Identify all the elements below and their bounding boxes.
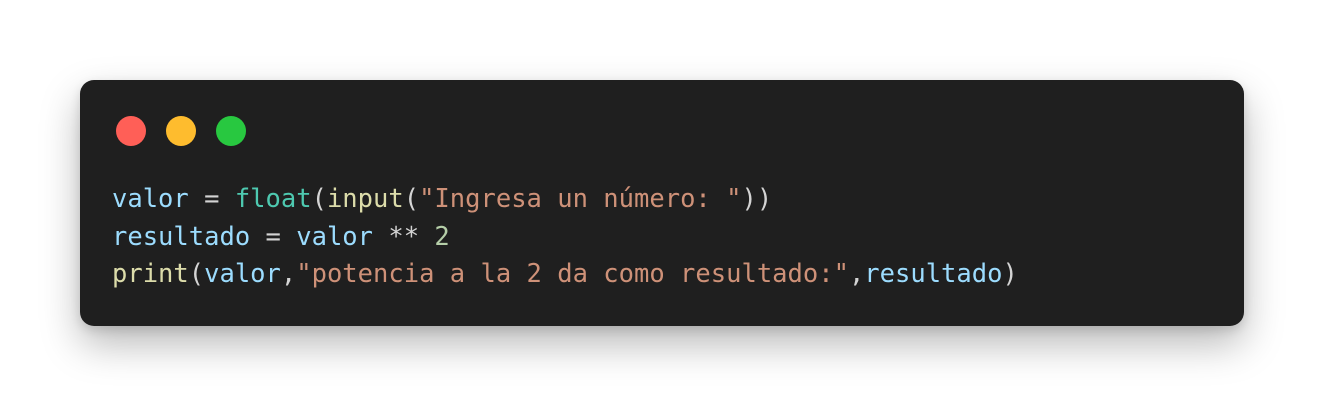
code-token-punctuation: )) [741,184,773,214]
minimize-dot-icon [166,116,196,146]
maximize-dot-icon [216,116,246,146]
code-token-punctuation: ( [403,184,420,214]
code-block: valor = float(input("Ingresa un número: … [112,181,1018,294]
code-token-variable: valor [204,259,281,289]
code-token-variable: valor [296,221,373,252]
code-token-punctuation: ( [188,259,205,289]
code-token-punctuation: , [280,259,297,289]
code-token-operator: = [188,184,235,214]
code-token-punctuation: ( [311,184,327,214]
code-token-variable: valor [112,184,189,214]
close-dot-icon [116,116,146,146]
code-token-string: "Ingresa un número: " [419,184,742,214]
code-token-punctuation: ) [1002,259,1018,289]
code-token-number: 2 [434,221,450,252]
code-token-builtin: float [234,184,312,214]
code-token-function: input [326,184,404,214]
code-token-operator: ** [373,221,435,252]
code-line: print(valor,"potencia a la 2 da como res… [112,256,1018,294]
code-token-operator: = [250,221,297,252]
code-window: valor = float(input("Ingresa un número: … [80,80,1244,326]
code-token-function: print [112,259,189,289]
code-token-string: "potencia a la 2 da como resultado:" [296,259,849,289]
code-token-variable: resultado [864,259,1003,289]
code-line: valor = float(input("Ingresa un número: … [112,181,1018,219]
code-token-variable: resultado [112,221,251,252]
code-line: resultado = valor ** 2 [112,219,1018,257]
code-token-punctuation: , [848,259,865,289]
